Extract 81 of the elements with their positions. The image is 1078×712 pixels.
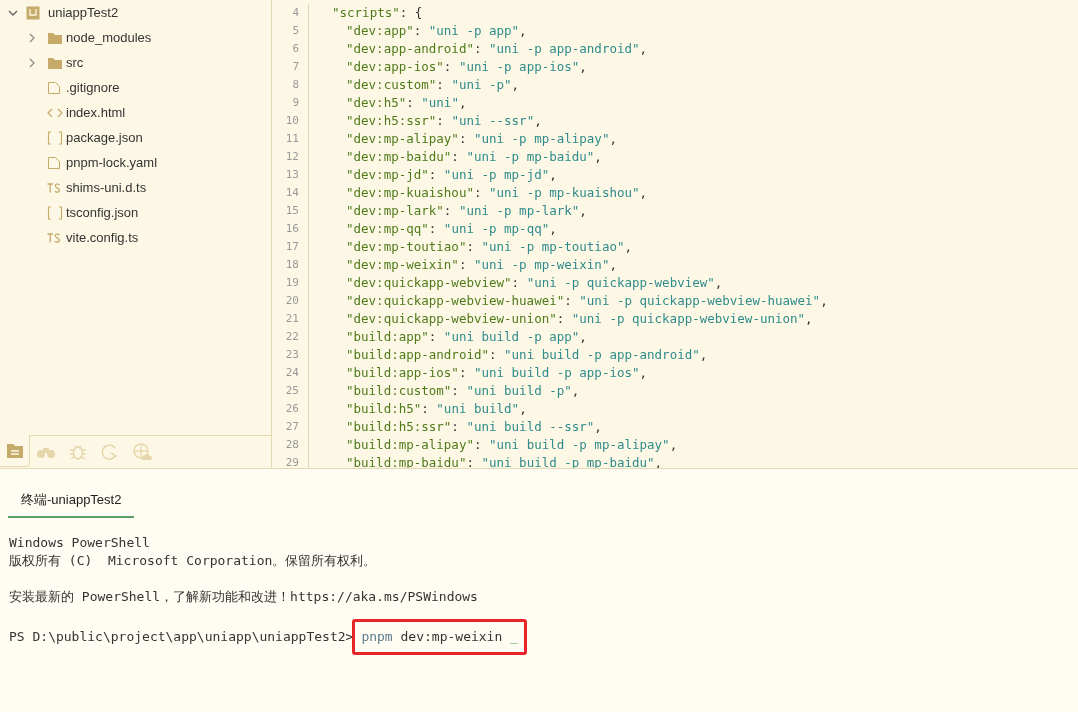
file-icon (47, 155, 61, 170)
terminal-output: 安装最新的 PowerShell，了解新功能和改进！https://aka.ms/PSWindows (9, 587, 479, 606)
code-line: "dev:mp-kuaishou": "uni -p mp-kuaishou", (345, 183, 648, 202)
tree-item-label[interactable]: package.json (66, 127, 143, 148)
code-line: "dev:mp-weixin": "uni -p mp-weixin", (345, 255, 617, 274)
line-number: 29 (284, 454, 300, 468)
code-line: "build:app-ios": "uni build -p app-ios", (345, 363, 648, 382)
tree-item-label: uniappTest2 (48, 3, 119, 22)
line-number: 23 (284, 346, 300, 363)
code-brackets-icon (47, 107, 63, 118)
folder-icon (47, 30, 63, 45)
ts-file-icon (47, 232, 61, 243)
terminal-tab[interactable]: 终端-uniappTest2 (8, 490, 135, 518)
highlighted-command: pnpm dev:mp-weixin _ (352, 618, 527, 655)
brackets-icon (47, 130, 63, 145)
code-line: "dev:mp-lark": "uni -p mp-lark", (345, 201, 587, 220)
line-number: 15 (284, 202, 300, 219)
code-line: "dev:quickapp-webview": "uni -p quickapp-webview", (345, 273, 723, 292)
line-number: 17 (284, 238, 300, 255)
tree-item-label[interactable]: .gitignore (66, 77, 120, 98)
terminal-output: Windows PowerShell (9, 533, 151, 552)
tree-item-label[interactable]: shims-uni.d.ts (66, 177, 147, 198)
code-line: "dev:quickapp-webview-union": "uni -p quickapp-webview-union", (345, 309, 813, 328)
line-number: 16 (284, 220, 300, 237)
line-number: 7 (291, 58, 300, 75)
line-number: 25 (284, 382, 300, 399)
line-number: 20 (284, 292, 300, 309)
code-line: "dev:mp-baidu": "uni -p mp-baidu", (345, 147, 602, 166)
line-number: 27 (284, 418, 300, 435)
code-line: "build:app-android": "uni build -p app-android", (345, 345, 708, 364)
code-line: "dev:mp-jd": "uni -p mp-jd", (345, 165, 557, 184)
code-line: "dev:quickapp-webview-huawei": "uni -p quickapp-webview-huawei", (345, 291, 828, 310)
code-line: "build:h5:ssr": "uni build --ssr", (345, 417, 602, 436)
code-line: "dev:app": "uni -p app", (345, 21, 527, 40)
tree-item-label[interactable]: index.html (66, 102, 126, 123)
bug-icon (68, 442, 88, 462)
folder-icon (47, 55, 63, 70)
terminal-prompt: PS D:\public\project\app\uniapp\uniappTest2> (9, 627, 354, 646)
code-line: "build:h5": "uni build", (345, 399, 527, 418)
line-number: 6 (291, 40, 300, 57)
line-number: 24 (284, 364, 300, 381)
line-number: 9 (291, 94, 300, 111)
brackets-icon (47, 205, 63, 220)
ts-file-icon (47, 182, 61, 193)
line-number: 14 (284, 184, 300, 201)
line-number: 21 (284, 310, 300, 327)
tree-item-label[interactable]: vite.config.ts (66, 227, 139, 248)
line-number: 18 (284, 256, 300, 273)
line-number: 13 (284, 166, 300, 183)
tree-item-label[interactable]: src (66, 52, 84, 73)
code-line: "dev:mp-alipay": "uni -p mp-alipay", (345, 129, 617, 148)
code-line: "dev:app-ios": "uni -p app-ios", (345, 57, 587, 76)
project-icon (26, 5, 40, 20)
tree-item-label[interactable]: pnpm-lock.yaml (66, 152, 158, 173)
line-number: 12 (284, 148, 300, 165)
line-number: 4 (291, 4, 300, 21)
code-line: "build:app": "uni build -p app", (345, 327, 587, 346)
line-number: 19 (284, 274, 300, 291)
code-line: "dev:mp-toutiao": "uni -p mp-toutiao", (345, 237, 632, 256)
line-number: 22 (284, 328, 300, 345)
sidebar-tab[interactable] (0, 435, 30, 467)
line-number: 26 (284, 400, 300, 417)
line-number: 10 (284, 112, 300, 129)
code-line: "build:custom": "uni build -p", (345, 381, 580, 400)
refresh-icon (100, 442, 120, 462)
code-line: "dev:h5:ssr": "uni --ssr", (345, 111, 542, 130)
line-number: 11 (284, 130, 300, 147)
line-number: 5 (291, 22, 300, 39)
code-line: "scripts": { (331, 3, 423, 22)
line-number: 8 (291, 76, 300, 93)
code-line: "dev:mp-qq": "uni -p mp-qq", (345, 219, 557, 238)
globe-icon (132, 442, 152, 462)
code-line: "dev:custom": "uni -p", (345, 75, 520, 94)
line-number: 28 (284, 436, 300, 453)
code-line: "dev:app-android": "uni -p app-android", (345, 39, 648, 58)
file-icon (47, 80, 61, 95)
tree-item-label[interactable]: tsconfig.json (66, 202, 139, 223)
terminal-output: 版权所有 (C) Microsoft Corporation。保留所有权利。 (9, 551, 378, 570)
code-line: "dev:h5": "uni", (345, 93, 467, 112)
tree-item-label[interactable]: node_modules (66, 27, 152, 48)
code-line: "build:mp-alipay": "uni build -p mp-alipay", (345, 435, 678, 454)
